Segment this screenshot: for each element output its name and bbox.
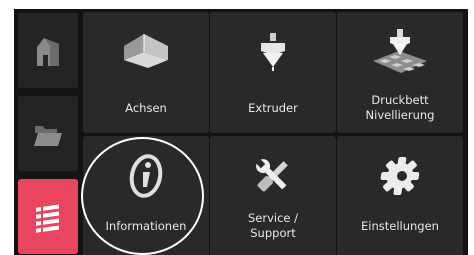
gear-icon — [380, 157, 420, 195]
info-icon — [129, 154, 163, 198]
tile-bed-leveling[interactable]: Druckbett Nivellierung — [337, 12, 463, 133]
home-icon — [37, 37, 59, 66]
tile-axes[interactable]: Achsen — [83, 12, 209, 133]
tile-label: Extruder — [248, 100, 298, 115]
extruder-icon — [261, 33, 285, 71]
sidebar-files-button[interactable] — [18, 96, 78, 171]
tile-extruder[interactable]: Extruder — [210, 12, 336, 133]
tile-settings[interactable]: Einstellungen — [337, 136, 463, 255]
sidebar-menu-button[interactable] — [18, 179, 78, 254]
tile-service-support[interactable]: Service / Support — [210, 136, 336, 255]
menu-list-icon — [36, 203, 59, 233]
printer-screen: Achsen Extruder Druckbett Nivellierung I… — [14, 9, 468, 255]
axes-icon — [124, 34, 168, 68]
tile-label: Achsen — [125, 100, 167, 115]
tile-label: Service / Support — [247, 211, 299, 240]
wrench-screwdriver-icon — [255, 158, 288, 192]
tile-label: Einstellungen — [361, 218, 439, 233]
tile-information[interactable]: Informationen — [83, 136, 209, 255]
sidebar-home-button[interactable] — [18, 13, 78, 88]
bed-leveling-icon — [373, 29, 427, 73]
folder-icon — [34, 125, 62, 146]
tile-label: Druckbett Nivellierung — [365, 93, 435, 122]
tile-label: Informationen — [105, 218, 187, 233]
